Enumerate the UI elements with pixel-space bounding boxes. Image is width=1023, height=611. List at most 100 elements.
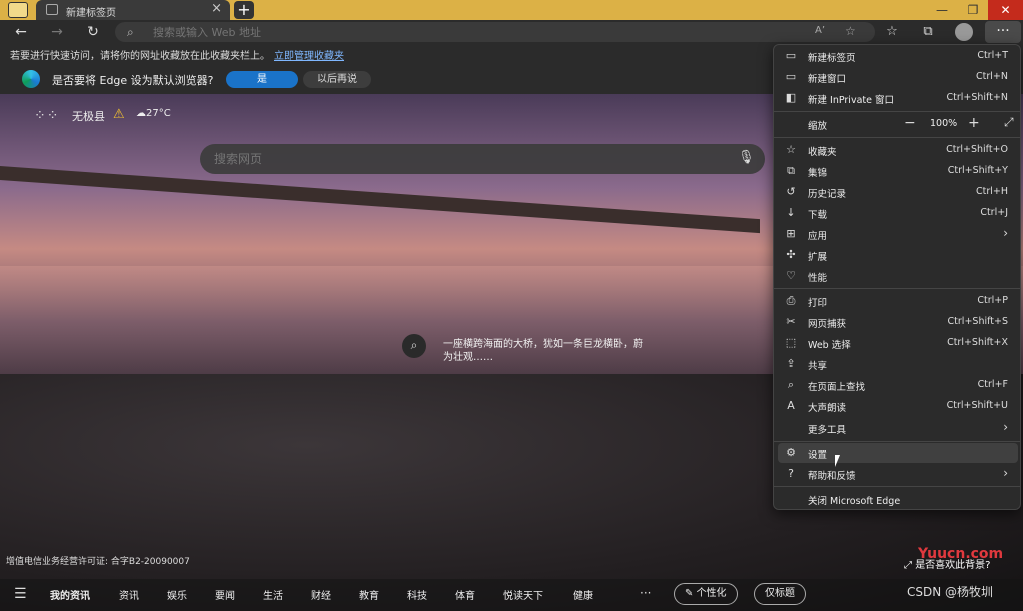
microphone-icon[interactable]: 🎙 [738, 150, 755, 165]
minimize-button[interactable]: — [927, 0, 957, 20]
refresh-button[interactable]: ↻ [82, 23, 104, 41]
news-tab-education[interactable]: 教育 [359, 587, 379, 602]
news-tab-info[interactable]: 资讯 [119, 587, 139, 602]
settings-and-more-menu: ▭ 新建标签页 Ctrl+T ▭ 新建窗口 Ctrl+N ◧ 新建 InPrivate 窗… [773, 44, 1021, 510]
weather-location[interactable]: 无极县 [72, 108, 105, 124]
image-info-search-icon[interactable]: ⌕ [402, 334, 426, 358]
menu-item-share[interactable]: ⇪ 共享 [778, 354, 1018, 374]
menu-item-settings[interactable]: ⚙ 设置 [778, 443, 1018, 463]
menu-item-print[interactable]: ⎙ 打印 Ctrl+P [778, 291, 1018, 311]
web-capture-icon: ✂ [786, 315, 796, 328]
news-more-button[interactable]: ··· [640, 586, 651, 600]
address-bar[interactable]: ⌕ A’ ☆ [115, 22, 875, 42]
address-input[interactable] [153, 24, 753, 40]
web-search-box[interactable]: 🎙 [200, 144, 765, 174]
background-feedback[interactable]: ⤢ 是否喜欢此背景? [904, 556, 991, 571]
menu-item-new-window[interactable]: ▭ 新建窗口 Ctrl+N [778, 67, 1018, 87]
personalize-label: 个性化 [696, 588, 727, 599]
tab-actions-button[interactable] [8, 2, 28, 18]
fullscreen-icon[interactable]: ⤢ [1004, 115, 1014, 130]
menu-item-new-tab[interactable]: ▭ 新建标签页 Ctrl+T [778, 46, 1018, 66]
menu-item-label: 设置 [808, 450, 828, 461]
menu-item-close-edge[interactable]: 关闭 Microsoft Edge [778, 489, 1018, 509]
menu-divider [774, 137, 1020, 138]
menu-item-label: 缩放 [808, 121, 828, 132]
news-tab-life[interactable]: 生活 [263, 587, 283, 602]
web-search-input[interactable] [214, 150, 714, 168]
chevron-right-icon: › [1003, 466, 1008, 480]
tab-new-tab[interactable]: 新建标签页 × [36, 0, 230, 20]
menu-item-web-capture[interactable]: ✂ 网页捕获 Ctrl+Shift+S [778, 312, 1018, 332]
profile-avatar[interactable] [955, 23, 973, 41]
menu-item-help-feedback[interactable]: ? 帮助和反馈 › [778, 464, 1018, 484]
news-tab-headlines[interactable]: 要闻 [215, 587, 235, 602]
menu-item-shortcut: Ctrl+N [976, 71, 1008, 82]
menu-item-web-select[interactable]: ⬚ Web 选择 Ctrl+Shift+X [778, 333, 1018, 353]
forward-button[interactable]: → [46, 23, 68, 41]
menu-item-more-tools[interactable]: 更多工具 › [778, 418, 1018, 438]
news-tab-reading[interactable]: 悦读天下 [503, 587, 543, 602]
collections-icon[interactable]: ⧉ [918, 23, 938, 41]
app-launcher-icon[interactable]: ⁘⁘ [34, 108, 59, 124]
news-tab-my-feed[interactable]: 我的资讯 [50, 587, 90, 602]
read-aloud-icon: A [787, 399, 795, 412]
temperature-value: 27°C [146, 108, 171, 119]
menu-item-collections[interactable]: ⧉ 集锦 Ctrl+Shift+Y [778, 161, 1018, 181]
background-bridge [0, 166, 760, 234]
back-button[interactable]: ← [10, 23, 32, 41]
csdn-watermark: CSDN @杨牧圳 [907, 585, 994, 599]
default-browser-question: 是否要将 Edge 设为默认浏览器? [52, 74, 214, 87]
set-default-later-button[interactable]: 以后再说 [303, 71, 371, 88]
news-nav-bar: ☰ 我的资讯 资讯 娱乐 要闻 生活 财经 教育 科技 体育 悦读天下 健康 ·… [0, 579, 1023, 611]
edge-logo-icon [22, 70, 40, 88]
menu-item-favorites[interactable]: ☆ 收藏夹 Ctrl+Shift+O [778, 140, 1018, 160]
menu-icon[interactable]: ☰ [14, 586, 27, 602]
menu-item-extensions[interactable]: ✣ 扩展 [778, 245, 1018, 265]
menu-divider [774, 486, 1020, 487]
new-tab-icon: ▭ [785, 49, 797, 62]
news-tab-health[interactable]: 健康 [573, 587, 593, 602]
menu-divider [774, 288, 1020, 289]
new-tab-button[interactable]: + [234, 1, 254, 19]
menu-item-label: 下载 [808, 210, 828, 221]
news-tab-entertainment[interactable]: 娱乐 [167, 587, 187, 602]
add-favorite-icon[interactable]: ☆ [845, 24, 856, 38]
settings-and-more-button[interactable]: ··· [985, 21, 1021, 43]
favorites-icon[interactable]: ☆ [882, 23, 902, 41]
chevron-right-icon: › [1003, 226, 1008, 240]
weather-alert-icon[interactable]: ⚠ [113, 107, 125, 122]
favorites-bar-hint: 若要进行快速访问，请将你的网址收藏放在此收藏夹栏上。 [10, 51, 270, 62]
menu-item-performance[interactable]: ♡ 性能 [778, 266, 1018, 286]
layout-button[interactable]: 仅标题 [754, 583, 806, 605]
menu-item-shortcut: Ctrl+Shift+X [947, 337, 1008, 348]
collections-icon: ⧉ [787, 164, 795, 177]
menu-item-new-inprivate[interactable]: ◧ 新建 InPrivate 窗口 Ctrl+Shift+N [778, 88, 1018, 108]
menu-item-find-on-page[interactable]: ⌕ 在页面上查找 Ctrl+F [778, 375, 1018, 395]
menu-item-label: 在页面上查找 [808, 382, 866, 393]
background-caption[interactable]: 一座横跨海面的大桥，犹如一条巨龙横卧，蔚为壮观…… [443, 338, 643, 364]
menu-item-label: 集锦 [808, 168, 828, 179]
weather-temperature[interactable]: ☁27°C [136, 108, 171, 119]
news-tab-finance[interactable]: 财经 [311, 587, 331, 602]
chevron-right-icon: › [1003, 420, 1008, 434]
read-aloud-icon[interactable]: A’ [815, 25, 825, 36]
mouse-cursor-icon [835, 455, 840, 467]
personalize-button[interactable]: ✎ 个性化 [674, 583, 738, 605]
restore-button[interactable]: ❐ [958, 0, 988, 20]
set-default-yes-button[interactable]: 是 [226, 71, 298, 88]
manage-favorites-link[interactable]: 立即管理收藏夹 [274, 51, 344, 62]
help-icon: ? [788, 467, 794, 480]
search-icon: ⌕ [127, 25, 134, 39]
menu-item-apps[interactable]: ⊞ 应用 › [778, 224, 1018, 244]
menu-item-read-aloud[interactable]: A 大声朗读 Ctrl+Shift+U [778, 396, 1018, 416]
menu-item-downloads[interactable]: ↓ 下载 Ctrl+J [778, 203, 1018, 223]
inprivate-icon: ◧ [785, 91, 797, 104]
news-tab-tech[interactable]: 科技 [407, 587, 427, 602]
news-tab-sports[interactable]: 体育 [455, 587, 475, 602]
menu-item-shortcut: Ctrl+Shift+O [946, 144, 1008, 155]
menu-item-history[interactable]: ↺ 历史记录 Ctrl+H [778, 182, 1018, 202]
zoom-out-button[interactable]: − [904, 115, 916, 131]
tab-close-button[interactable]: × [211, 1, 222, 16]
close-window-button[interactable]: ✕ [988, 0, 1023, 20]
zoom-in-button[interactable]: + [968, 115, 980, 131]
